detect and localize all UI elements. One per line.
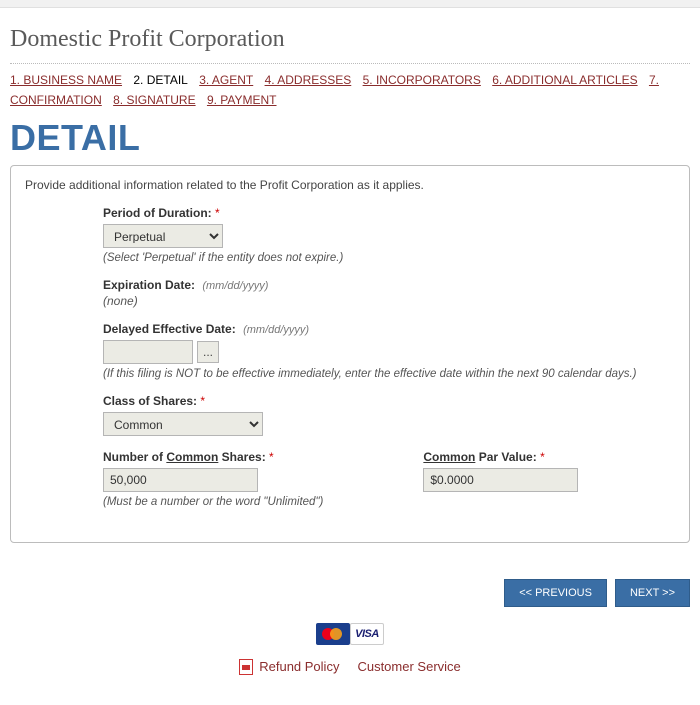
visa-icon: VISA bbox=[350, 623, 384, 645]
field-num-shares: Number of Common Shares: * (Must be a nu… bbox=[103, 450, 323, 508]
delayed-hint: (If this filing is NOT to be effective i… bbox=[103, 368, 675, 380]
step-detail-current: 2. DETAIL bbox=[133, 73, 187, 87]
shares-row: Number of Common Shares: * (Must be a nu… bbox=[103, 450, 675, 522]
expiration-value: (none) bbox=[103, 294, 675, 308]
delayed-date-input[interactable] bbox=[103, 340, 193, 364]
delayed-label: Delayed Effective Date: bbox=[103, 322, 236, 336]
parvalue-label: Common Par Value: bbox=[423, 450, 540, 464]
payment-cards: VISA bbox=[10, 623, 690, 645]
date-picker-button[interactable]: ... bbox=[197, 341, 219, 363]
required-marker: * bbox=[215, 206, 220, 220]
pdf-icon bbox=[239, 659, 253, 675]
footer-links: Refund Policy Customer Service bbox=[10, 659, 690, 675]
field-delayed: Delayed Effective Date: (mm/dd/yyyy) ...… bbox=[103, 322, 675, 380]
form-panel: Provide additional information related t… bbox=[10, 165, 690, 543]
class-select[interactable]: Common bbox=[103, 412, 263, 436]
required-marker: * bbox=[200, 394, 205, 408]
mastercard-icon bbox=[316, 623, 350, 645]
step-agent[interactable]: 3. AGENT bbox=[199, 73, 253, 87]
class-label: Class of Shares: bbox=[103, 394, 197, 408]
field-expiration: Expiration Date: (mm/dd/yyyy) (none) bbox=[103, 278, 675, 308]
section-title: DETAIL bbox=[10, 117, 690, 159]
nav-buttons: << PREVIOUS NEXT >> bbox=[10, 579, 690, 607]
page-title: Domestic Profit Corporation bbox=[10, 26, 690, 53]
numshares-hint: (Must be a number or the word "Unlimited… bbox=[103, 496, 323, 508]
expiration-label: Expiration Date: bbox=[103, 278, 195, 292]
step-addresses[interactable]: 4. ADDRESSES bbox=[265, 73, 352, 87]
step-additional-articles[interactable]: 6. ADDITIONAL ARTICLES bbox=[492, 73, 637, 87]
field-period: Period of Duration: * Perpetual (Select … bbox=[103, 206, 675, 264]
field-class-shares: Class of Shares: * Common bbox=[103, 394, 675, 436]
required-marker: * bbox=[540, 450, 545, 464]
separator bbox=[10, 63, 690, 64]
step-business-name[interactable]: 1. BUSINESS NAME bbox=[10, 73, 122, 87]
top-bar bbox=[0, 0, 700, 8]
numshares-input[interactable] bbox=[103, 468, 258, 492]
required-marker: * bbox=[269, 450, 274, 464]
previous-button[interactable]: << PREVIOUS bbox=[504, 579, 607, 607]
customer-service-link[interactable]: Customer Service bbox=[357, 659, 460, 674]
period-hint: (Select 'Perpetual' if the entity does n… bbox=[103, 252, 675, 264]
refund-policy-link[interactable]: Refund Policy bbox=[259, 659, 339, 674]
step-incorporators[interactable]: 5. INCORPORATORS bbox=[363, 73, 481, 87]
parvalue-input[interactable] bbox=[423, 468, 578, 492]
numshares-label: Number of Common Shares: bbox=[103, 450, 269, 464]
step-signature[interactable]: 8. SIGNATURE bbox=[113, 93, 195, 107]
main-container: Domestic Profit Corporation 1. BUSINESS … bbox=[0, 26, 700, 675]
step-payment[interactable]: 9. PAYMENT bbox=[207, 93, 277, 107]
step-nav: 1. BUSINESS NAME 2. DETAIL 3. AGENT 4. A… bbox=[10, 70, 690, 111]
form-area: Period of Duration: * Perpetual (Select … bbox=[103, 206, 675, 522]
next-button[interactable]: NEXT >> bbox=[615, 579, 690, 607]
period-label: Period of Duration: bbox=[103, 206, 212, 220]
expiration-format: (mm/dd/yyyy) bbox=[202, 280, 268, 292]
period-select[interactable]: Perpetual bbox=[103, 224, 223, 248]
field-par-value: Common Par Value: * bbox=[423, 450, 578, 508]
intro-text: Provide additional information related t… bbox=[25, 178, 675, 192]
delayed-format: (mm/dd/yyyy) bbox=[243, 324, 309, 336]
